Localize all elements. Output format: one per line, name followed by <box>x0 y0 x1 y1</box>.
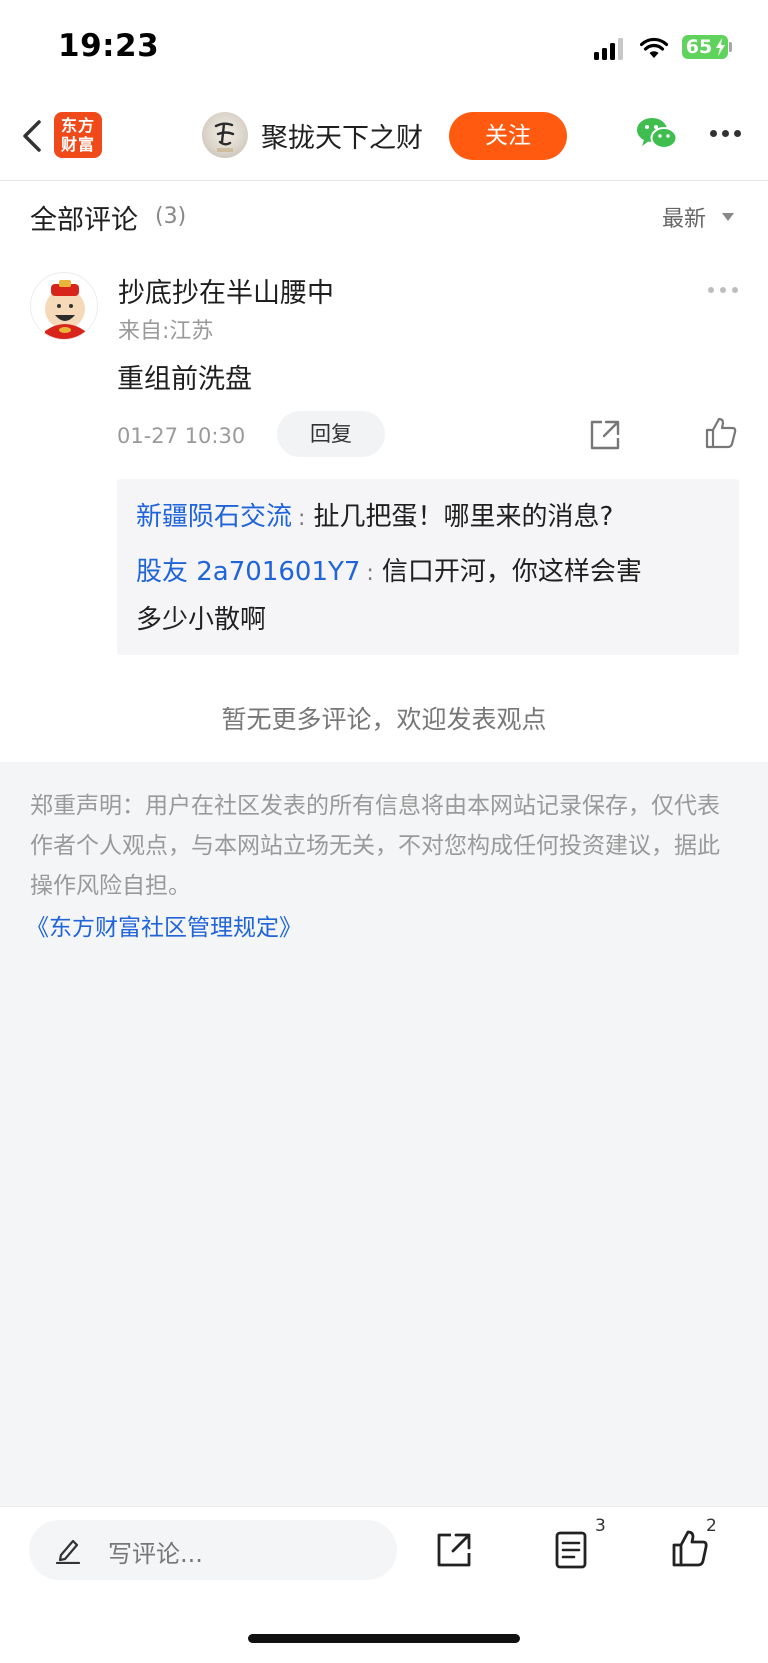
battery-indicator: 65 <box>682 35 728 59</box>
comments-list-icon[interactable] <box>554 1530 588 1570</box>
share-icon[interactable] <box>435 1531 473 1569</box>
comment-input-placeholder[interactable]: 写评论... <box>108 1534 203 1569</box>
share-icon[interactable] <box>588 418 622 452</box>
status-time: 19:23 <box>58 28 160 64</box>
community-rules-link[interactable]: 《东方财富社区管理规定》 <box>26 908 302 942</box>
comment-location: 来自:江苏 <box>118 319 214 344</box>
reply-user-link[interactable]: 新疆陨石交流 <box>136 502 292 532</box>
disclaimer-text: 郑重声明：用户在社区发表的所有信息将由本网站记录保存，仅代表作者个人观点，与本网… <box>30 793 720 899</box>
comment-text: 重组前洗盘 <box>117 364 252 395</box>
reply-separator: : <box>366 561 374 586</box>
logo-text-line1: 东方 <box>60 116 95 135</box>
more-options-icon[interactable] <box>710 130 742 138</box>
author-avatar[interactable] <box>202 112 248 158</box>
page-title: 聚拢天下之财 <box>261 123 423 154</box>
sort-caret-icon[interactable] <box>722 213 734 221</box>
reply-text: 信口开河，你这样会害 <box>381 557 642 587</box>
header-divider <box>0 180 768 181</box>
reply-item[interactable]: 股友 2a701601Y7: 信口开河，你这样会害 <box>136 548 724 598</box>
fortune-god-avatar-image <box>45 280 85 339</box>
reply-separator: : <box>298 506 306 531</box>
commenter-avatar[interactable] <box>30 272 98 340</box>
wifi-icon <box>640 37 668 58</box>
comment-input[interactable] <box>29 1520 397 1580</box>
comments-count-badge: 3 <box>595 1516 606 1536</box>
comment-author-name[interactable]: 抄底抄在半山腰中 <box>118 271 334 310</box>
home-indicator[interactable] <box>248 1634 520 1643</box>
back-chevron-icon[interactable] <box>14 112 50 160</box>
reply-text: 扯几把蛋！哪里来的消息? <box>313 502 614 532</box>
battery-cap <box>729 42 732 52</box>
calligraphy-avatar-image <box>214 122 235 152</box>
thumbs-up-icon[interactable] <box>671 1528 709 1568</box>
follow-button[interactable]: 关注 <box>449 112 567 160</box>
sort-dropdown[interactable]: 最新 <box>662 201 706 233</box>
cellular-signal-icon <box>594 38 624 60</box>
no-more-comments-text: 暂无更多评论，欢迎发表观点 <box>221 705 547 734</box>
reply-user-link[interactable]: 股友 2a701601Y7 <box>136 557 360 587</box>
wechat-share-icon[interactable] <box>636 116 678 152</box>
reply-button[interactable]: 回复 <box>277 411 385 457</box>
app-logo[interactable]: 东方 财富 <box>54 112 102 158</box>
pencil-icon <box>55 1539 81 1564</box>
reply-item[interactable]: 新疆陨石交流: 扯几把蛋！哪里来的消息? <box>136 493 724 543</box>
reply-text-continued: 多少小散啊 <box>136 605 267 635</box>
battery-level: 65 <box>685 36 713 58</box>
comments-section-title: 全部评论 <box>30 205 138 236</box>
likes-count-badge: 2 <box>706 1516 717 1536</box>
logo-text-line2: 财富 <box>60 135 95 154</box>
comments-count: (3) <box>155 204 187 229</box>
comment-timestamp: 01-27 10:30 <box>117 424 246 448</box>
comment-more-icon[interactable] <box>708 287 738 293</box>
thumbs-up-icon[interactable] <box>704 416 738 450</box>
charging-bolt-icon <box>716 38 725 56</box>
